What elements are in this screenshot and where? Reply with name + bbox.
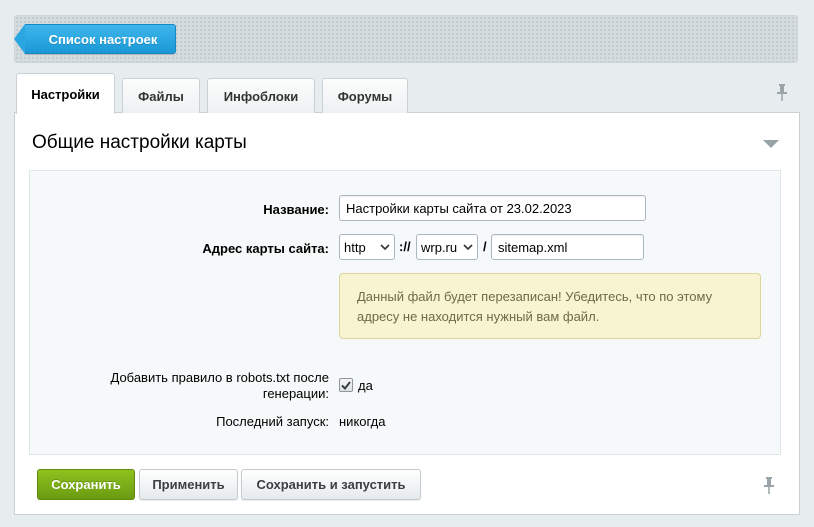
name-input[interactable]: Настройки карты сайта от 23.02.2023 xyxy=(339,195,646,221)
tab-settings[interactable]: Настройки xyxy=(16,73,115,114)
protocol-select-value: http xyxy=(344,239,366,255)
tab-files[interactable]: Файлы xyxy=(122,78,200,113)
form-area: Название: Настройки карты сайта от 23.02… xyxy=(29,170,781,455)
settings-list-button[interactable]: Список настроек xyxy=(14,24,176,54)
save-and-run-button[interactable]: Сохранить и запустить xyxy=(241,469,421,500)
file-input[interactable]: sitemap.xml xyxy=(491,234,644,260)
last-run-value: никогда xyxy=(339,414,386,429)
protocol-separator: :// xyxy=(399,239,411,254)
save-button[interactable]: Сохранить xyxy=(37,469,135,500)
domain-select-value: wrp.ru xyxy=(421,239,458,255)
robots-value: да xyxy=(358,378,373,393)
file-input-value: sitemap.xml xyxy=(498,239,568,255)
pin-icon[interactable] xyxy=(763,477,775,495)
pin-icon[interactable] xyxy=(776,84,788,102)
robots-label: Добавить правило в robots.txt после гене… xyxy=(110,370,330,401)
chevron-down-icon xyxy=(463,243,473,250)
name-label: Название: xyxy=(263,202,329,217)
name-input-value: Настройки карты сайта от 23.02.2023 xyxy=(346,200,572,216)
checkmark-icon xyxy=(341,380,351,390)
tab-bar: Настройки Файлы Инфоблоки Форумы xyxy=(14,73,800,114)
domain-select[interactable]: wrp.ru xyxy=(416,234,478,260)
settings-panel: Общие настройки карты Название: Настройк… xyxy=(14,113,800,515)
robots-checkbox[interactable] xyxy=(339,378,353,392)
chevron-down-icon[interactable] xyxy=(763,140,779,148)
top-toolbar: Список настроек xyxy=(14,15,798,63)
last-run-label: Последний запуск: xyxy=(216,414,329,429)
protocol-select[interactable]: http xyxy=(339,234,395,260)
tab-forums[interactable]: Форумы xyxy=(322,78,408,113)
tab-iblocks[interactable]: Инфоблоки xyxy=(207,78,315,113)
section-title: Общие настройки карты xyxy=(32,132,247,153)
apply-button[interactable]: Применить xyxy=(139,469,238,500)
warning-notice: Данный файл будет перезаписан! Убедитесь… xyxy=(339,273,761,339)
path-separator: / xyxy=(483,239,487,254)
address-label: Адрес карты сайта: xyxy=(202,241,329,256)
chevron-down-icon xyxy=(380,243,390,250)
